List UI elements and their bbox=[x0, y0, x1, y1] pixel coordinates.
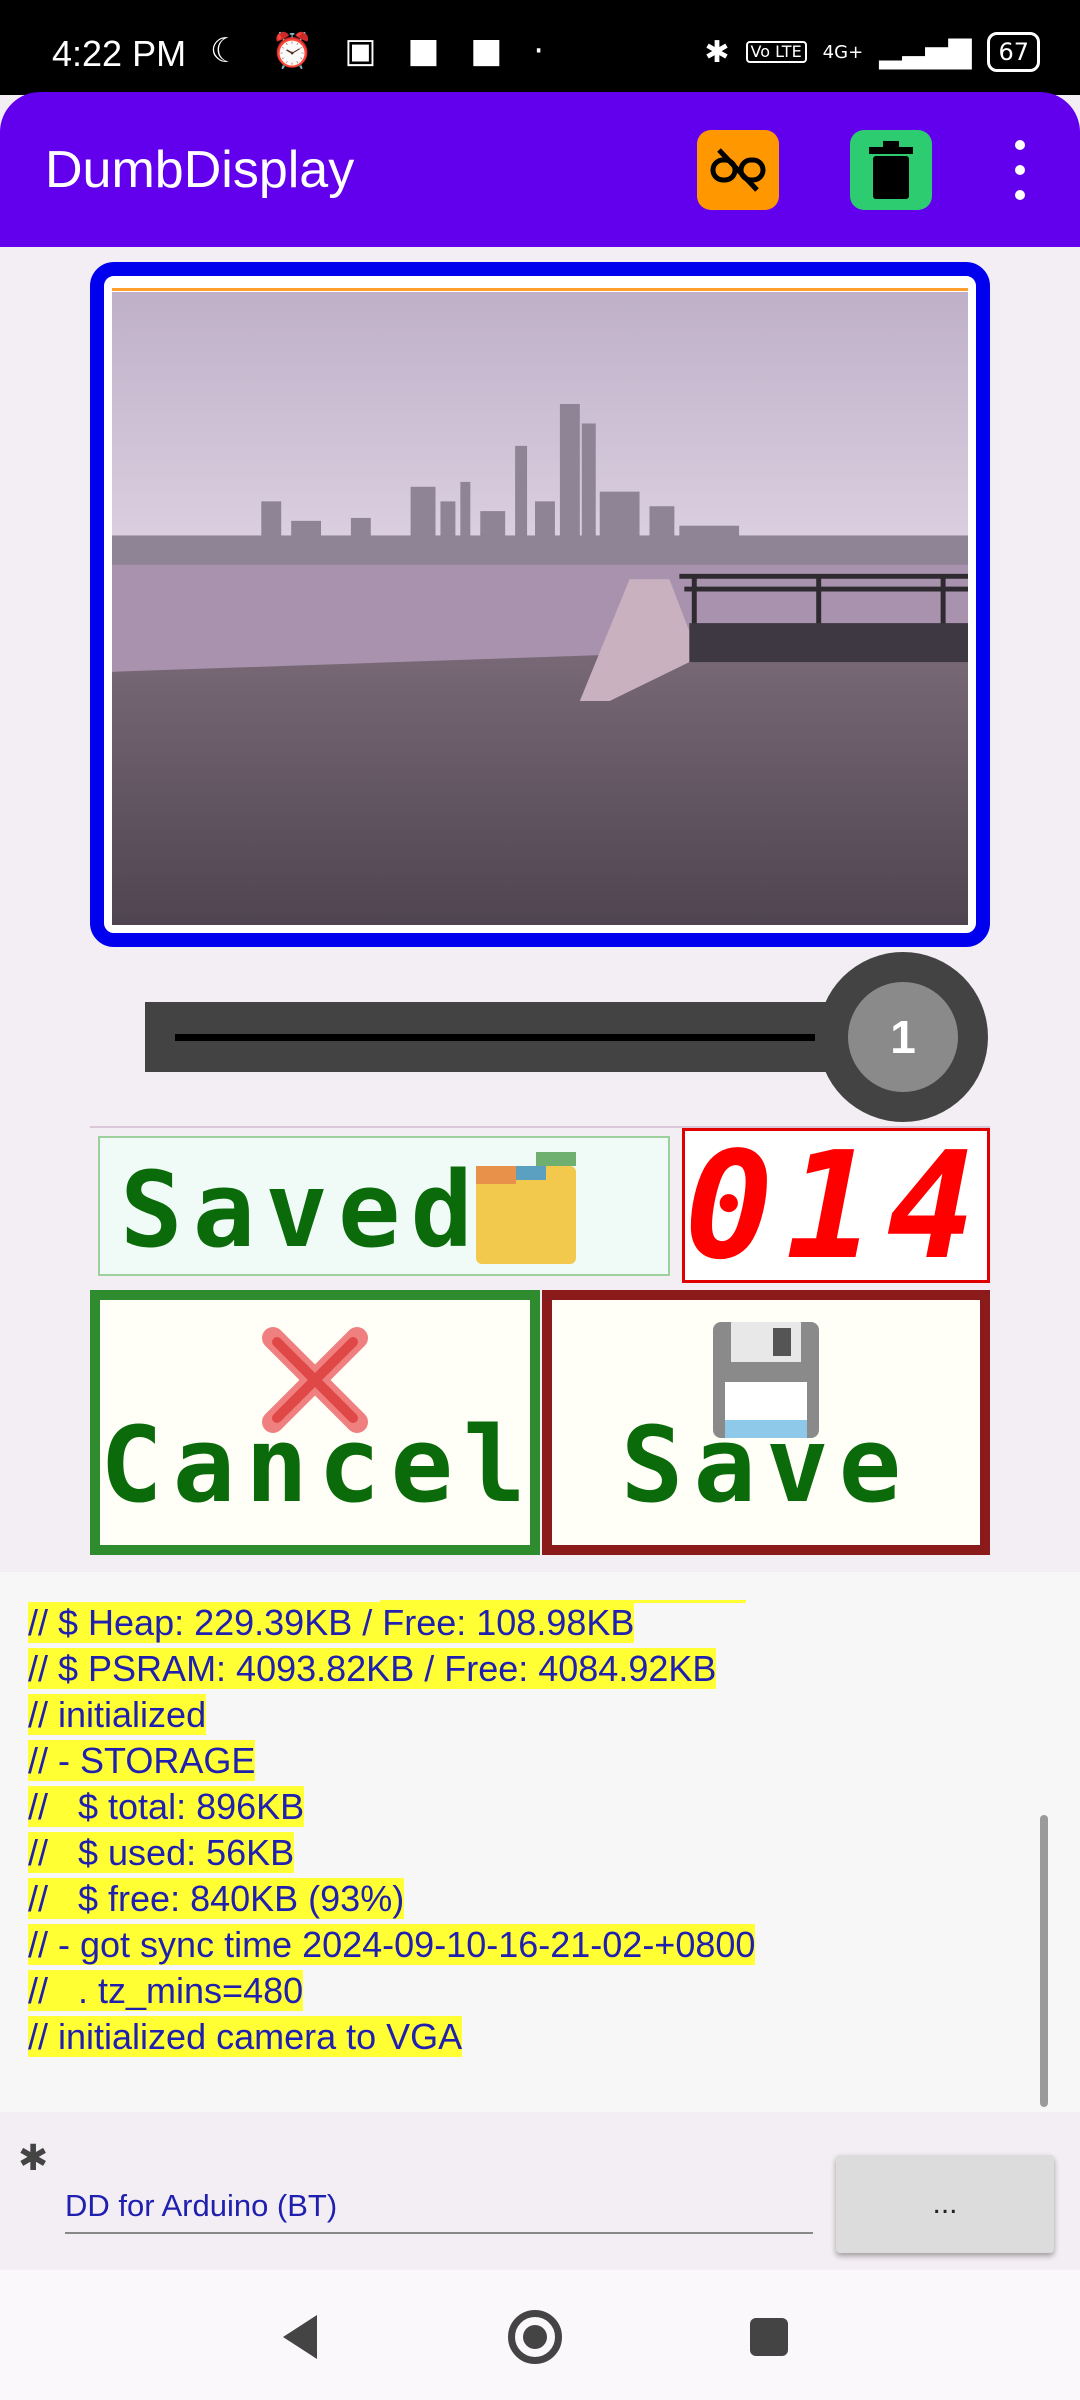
terminal-line: // - STORAGE bbox=[28, 1740, 256, 1781]
save-label: Save bbox=[620, 1404, 912, 1526]
bluetooth-icon: ✱ bbox=[704, 34, 730, 70]
disconnect-button[interactable] bbox=[697, 130, 779, 210]
terminal-line: // $ Heap: 229.39KB / Free: 108.98KB bbox=[28, 1602, 635, 1643]
terminal-line: // initialized camera to VGA bbox=[28, 2016, 463, 2057]
terminal-line: // $ total: 896KB bbox=[28, 1786, 305, 1827]
network-type: 4G+ bbox=[822, 41, 864, 63]
status-panel: Saved bbox=[98, 1136, 670, 1276]
more-button[interactable]: ... bbox=[836, 2155, 1054, 2253]
terminal-line: // $ free: 840KB (93%) bbox=[28, 1878, 405, 1919]
app-bar: DumbDisplay bbox=[0, 92, 1080, 247]
camera-preview bbox=[90, 262, 990, 947]
bluetooth-icon: ✱ bbox=[18, 2138, 49, 2179]
terminal-scrollbar[interactable] bbox=[1040, 1815, 1048, 2107]
delete-button[interactable] bbox=[850, 130, 932, 210]
save-button[interactable]: Save bbox=[542, 1290, 990, 1555]
navigation-bar bbox=[0, 2270, 1080, 2400]
terminal-lines: // $ Heap: 229.39KB / Free: 108.98KB // … bbox=[28, 1600, 756, 2060]
status-notification-icons: ☾ ⏰ ▣ ■ ■ · bbox=[210, 31, 555, 71]
terminal-line: // $ PSRAM: 4093.82KB / Free: 4084.92KB bbox=[28, 1648, 717, 1689]
status-system-icons: ✱ Vo LTE 4G+ ▂▃▅▇ 67 bbox=[704, 32, 1040, 72]
camera-top-line bbox=[112, 288, 968, 291]
terminal-line: // initialized bbox=[28, 1694, 207, 1735]
camera-image bbox=[112, 292, 968, 925]
link-off-icon bbox=[710, 148, 766, 192]
cancel-label: Cancel bbox=[100, 1404, 536, 1526]
more-vert-icon[interactable] bbox=[1000, 140, 1040, 200]
terminal-line: // - got sync time 2024-09-10-16-21-02-+… bbox=[28, 1924, 756, 1965]
app-title: DumbDisplay bbox=[45, 141, 355, 199]
status-label: Saved bbox=[120, 1149, 484, 1271]
signal-icon: ▂▃▅▇ bbox=[879, 34, 972, 70]
slider-knob-label: 1 bbox=[848, 982, 958, 1092]
trash-icon bbox=[869, 141, 913, 199]
counter-digits: 014 bbox=[684, 1119, 988, 1292]
status-time: 4:22 PM bbox=[52, 33, 187, 74]
battery-icon: 67 bbox=[987, 32, 1040, 72]
terminal-line: // . tz_mins=480 bbox=[28, 1970, 304, 2011]
saved-counter: 014 bbox=[682, 1128, 990, 1283]
terminal-line: // $ used: 56KB bbox=[28, 1832, 295, 1873]
status-bar: 4:22 PM ☾ ⏰ ▣ ■ ■ · ✱ Vo LTE 4G+ ▂▃▅▇ 67 bbox=[0, 0, 1080, 95]
slider-knob[interactable]: 1 bbox=[818, 952, 988, 1122]
slider-line bbox=[175, 1034, 815, 1041]
storage-grid-icon bbox=[476, 1152, 576, 1264]
cancel-button[interactable]: Cancel bbox=[90, 1290, 540, 1555]
terminal-log[interactable]: // $ Heap: 229.39KB / Free: 108.98KB // … bbox=[0, 1572, 1080, 2112]
recents-icon[interactable] bbox=[750, 2318, 788, 2356]
connection-field[interactable] bbox=[65, 2180, 813, 2234]
terminal-highlight bbox=[380, 1600, 746, 1603]
volte-badge: Vo LTE bbox=[745, 41, 807, 63]
back-icon[interactable] bbox=[283, 2315, 317, 2359]
home-icon[interactable] bbox=[508, 2310, 562, 2364]
